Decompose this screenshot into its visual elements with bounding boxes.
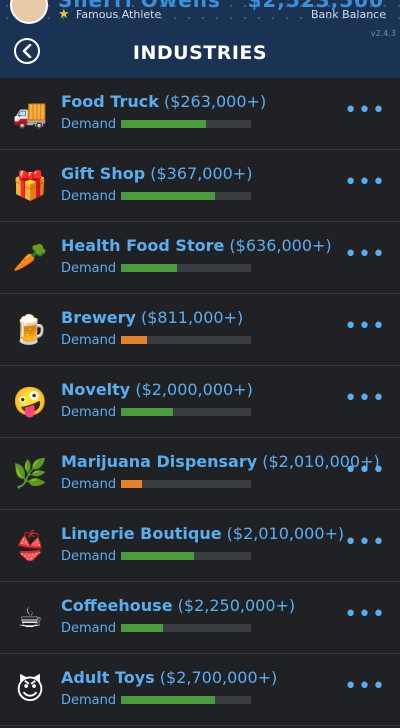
page-title: INDUSTRIES (132, 42, 268, 64)
industry-row[interactable]: 🍺 Brewery ($811,000+) Demand ••• (0, 294, 400, 366)
industry-row[interactable]: 🚚 Food Truck ($263,000+) Demand ••• (0, 78, 400, 150)
industry-title: Food Truck ($263,000+) (61, 92, 266, 111)
demand-bar (121, 120, 251, 128)
industry-name: Novelty (61, 380, 131, 399)
industry-row[interactable]: 😈 Adult Toys ($2,700,000+) Demand ••• (0, 654, 400, 726)
industry-name: Marijuana Dispensary (61, 452, 258, 471)
version-label: v2.4.3 (370, 29, 396, 38)
industry-name: Food Truck (61, 92, 159, 111)
demand-label: Demand (61, 117, 117, 132)
demand-bar (121, 480, 251, 488)
industry-name: Brewery (61, 308, 136, 327)
industry-name: Gift Shop (61, 164, 146, 183)
industry-title: Brewery ($811,000+) (61, 308, 243, 327)
demand-bar (121, 336, 251, 344)
demand-bar (121, 408, 251, 416)
more-options-button[interactable]: ••• (344, 100, 386, 122)
industry-price: ($2,700,000+) (159, 668, 278, 687)
demand-bar-fill (121, 408, 173, 416)
player-role: Famous Athlete (76, 8, 162, 21)
industry-title: Lingerie Boutique ($2,010,000+) (61, 524, 344, 543)
industry-row[interactable]: 🌿 Marijuana Dispensary ($2,010,000+) Dem… (0, 438, 400, 510)
industry-price: ($2,010,000+) (226, 524, 345, 543)
demand-label: Demand (61, 189, 117, 204)
demand-label: Demand (61, 621, 117, 636)
demand-bar-fill (121, 696, 215, 704)
industry-name: Adult Toys (61, 668, 155, 687)
industry-row[interactable]: 🥕 Health Food Store ($636,000+) Demand •… (0, 222, 400, 294)
more-options-button[interactable]: ••• (344, 604, 386, 626)
industry-price: ($263,000+) (163, 92, 267, 111)
industry-title: Coffeehouse ($2,250,000+) (61, 596, 295, 615)
industry-row[interactable]: 👙 Lingerie Boutique ($2,010,000+) Demand… (0, 510, 400, 582)
industry-list: 🚚 Food Truck ($263,000+) Demand ••• 🎁 Gi… (0, 78, 400, 726)
leaf-icon: 🌿 (12, 457, 48, 490)
industry-title: Gift Shop ($367,000+) (61, 164, 252, 183)
more-options-button[interactable]: ••• (344, 388, 386, 410)
more-options-button[interactable]: ••• (344, 532, 386, 554)
demand-bar (121, 624, 251, 632)
more-options-button[interactable]: ••• (344, 244, 386, 266)
page-header: INDUSTRIES (0, 28, 400, 78)
zany-face-icon: 🤪 (12, 385, 48, 418)
devil-face-icon: 😈 (15, 673, 45, 706)
industry-row[interactable]: 🤪 Novelty ($2,000,000+) Demand ••• (0, 366, 400, 438)
demand-bar-fill (121, 264, 177, 272)
demand-bar (121, 192, 251, 200)
star-icon: ★ (58, 7, 70, 22)
industry-title: Marijuana Dispensary ($2,010,000+) (61, 452, 380, 471)
industry-price: ($367,000+) (150, 164, 253, 183)
food-truck-icon: 🚚 (12, 97, 48, 130)
more-options-button[interactable]: ••• (344, 172, 386, 194)
industry-name: Coffeehouse (61, 596, 173, 615)
more-options-button[interactable]: ••• (344, 460, 386, 482)
industry-name: Health Food Store (61, 236, 225, 255)
industry-title: Novelty ($2,000,000+) (61, 380, 253, 399)
industry-title: Health Food Store ($636,000+) (61, 236, 332, 255)
industry-price: ($2,000,000+) (135, 380, 253, 399)
demand-bar-fill (121, 480, 142, 488)
demand-bar (121, 696, 251, 704)
demand-bar-fill (121, 336, 147, 344)
industry-row[interactable]: 🎁 Gift Shop ($367,000+) Demand ••• (0, 150, 400, 222)
industry-row[interactable]: ☕ Coffeehouse ($2,250,000+) Demand ••• (0, 582, 400, 654)
industry-name: Lingerie Boutique (61, 524, 222, 543)
more-options-button[interactable]: ••• (344, 316, 386, 338)
demand-bar-fill (121, 120, 206, 128)
industry-title: Adult Toys ($2,700,000+) (61, 668, 277, 687)
demand-bar (121, 264, 251, 272)
demand-bar-fill (121, 552, 194, 560)
status-bar: Sherri Owens $2,523,500 ★ Famous Athlete… (0, 0, 400, 28)
demand-label: Demand (61, 549, 117, 564)
demand-label: Demand (61, 477, 117, 492)
demand-bar-fill (121, 624, 163, 632)
industry-price: ($2,250,000+) (177, 596, 296, 615)
beer-mug-icon: 🍺 (12, 313, 48, 346)
avatar[interactable] (10, 0, 48, 24)
corset-icon: 👙 (12, 529, 48, 562)
demand-label: Demand (61, 261, 117, 276)
demand-bar (121, 552, 251, 560)
demand-label: Demand (61, 693, 117, 708)
gift-icon: 🎁 (12, 169, 48, 202)
demand-bar-fill (121, 192, 215, 200)
coffee-cup-icon: ☕ (17, 601, 43, 634)
demand-label: Demand (61, 333, 117, 348)
more-options-button[interactable]: ••• (344, 676, 386, 698)
vegetables-icon: 🥕 (12, 241, 48, 274)
bank-balance-label: Bank Balance (311, 8, 386, 21)
demand-label: Demand (61, 405, 117, 420)
industry-price: ($636,000+) (229, 236, 332, 255)
industry-price: ($811,000+) (140, 308, 244, 327)
